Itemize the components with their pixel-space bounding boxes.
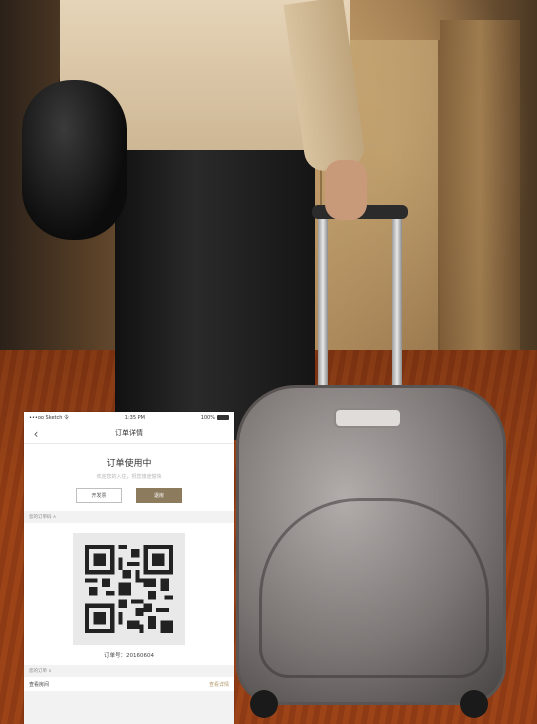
order-status-card: 订单使用中 欢迎您的入住，祝您旅途愉快 开发票 退房 [24, 444, 234, 511]
battery-icon [216, 415, 229, 420]
battery-indicator: 100% [201, 415, 229, 421]
status-bar: •••oo Sketch 令 1:35 PM 100% [24, 412, 234, 423]
suitcase-wheel [250, 690, 278, 718]
battery-percent: 100% [200, 414, 215, 421]
chevron-left-icon[interactable]: ‹ [29, 427, 43, 441]
order-status-headline: 订单使用中 [106, 459, 152, 469]
order-info-section-header[interactable]: 您的订单 ∧ [24, 665, 234, 677]
carrier-label: •••oo Sketch 令 [29, 415, 69, 421]
invoice-button[interactable]: 开发票 [76, 488, 122, 503]
suitcase-pole-right [392, 215, 402, 395]
qr-code-card: 订单号：20160604 [24, 523, 234, 665]
door-frame [440, 20, 520, 380]
phone-screenshot: •••oo Sketch 令 1:35 PM 100% ‹ 订单详情 订单使用中… [24, 412, 234, 724]
order-number: 订单号：20160604 [104, 653, 154, 659]
qr-code-frame [73, 533, 185, 645]
view-details-link[interactable]: 查看详情 [209, 681, 229, 688]
room-info-label: 查看房间 [29, 681, 50, 688]
handbag [22, 80, 127, 240]
page-title: 订单详情 [115, 429, 143, 437]
order-status-subtext: 欢迎您的入住，祝您旅途愉快 [96, 474, 162, 480]
room-info-row[interactable]: 查看房间 查看详情 [24, 677, 234, 691]
suitcase-ridge [259, 498, 489, 678]
checkout-button[interactable]: 退房 [136, 488, 182, 503]
nav-bar: ‹ 订单详情 [24, 423, 234, 444]
order-actions: 开发票 退房 [24, 488, 234, 503]
order-code-section-header[interactable]: 您的订单码 ∧ [24, 511, 234, 523]
person-hand [325, 160, 367, 220]
suitcase-pole-left [318, 215, 328, 395]
suitcase-top-handle [334, 408, 402, 428]
qr-code-icon [85, 545, 173, 633]
suitcase-wheel [460, 690, 488, 718]
clock: 1:35 PM [124, 414, 145, 421]
suitcase [236, 385, 506, 705]
